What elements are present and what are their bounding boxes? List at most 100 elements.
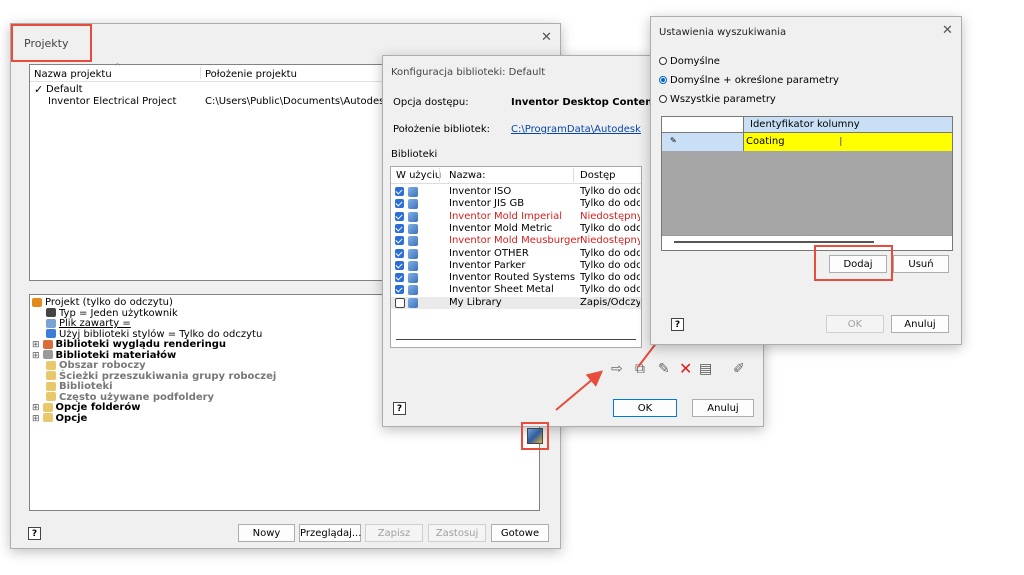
option-all[interactable]: Wszystkie parametry [659,94,776,105]
access-label: Opcja dostępu: [393,97,469,108]
library-row[interactable]: My Library Zapis/Odczyt [391,296,641,309]
search-settings-title: Ustawienia wyszukiwania [659,27,787,38]
cancel-button[interactable]: Anuluj [692,399,754,417]
checkbox-checked[interactable] [395,211,404,221]
column-access[interactable]: Dostęp [580,170,615,181]
library-row[interactable]: Inventor Sheet Metal Tylko do odczytu [391,284,641,296]
browse-button[interactable]: Przeglądaj... [299,524,361,542]
remove-button[interactable]: Usuń [893,255,949,273]
checkbox-checked[interactable] [395,199,404,209]
library-access: Niedostępny [580,235,640,247]
expand-icon[interactable]: ⊞ [32,414,40,424]
library-name: Inventor Mold Metric [449,222,553,234]
grid-scrollbar[interactable] [662,235,952,250]
apply-button[interactable]: Zastosuj [428,524,486,542]
library-name: Inventor Mold Meusburger [449,235,581,247]
column-in-use[interactable]: W użyciu [396,170,441,181]
checkbox-checked[interactable] [395,248,404,258]
checkbox-checked[interactable] [395,187,404,196]
column-name[interactable]: Nazwa: [449,170,486,181]
migrate-icon[interactable]: ▤ [699,361,712,377]
checkbox-unchecked[interactable] [395,297,405,308]
table-bottom-line [396,339,636,340]
library-row[interactable]: Inventor JIS GB Tylko do odczytu [391,198,641,210]
library-name: Inventor ISO [449,186,512,197]
add-library-icon[interactable]: ⇨ [611,361,623,377]
checkbox-checked[interactable] [395,273,404,283]
close-icon[interactable]: ✕ [541,30,552,45]
library-icon [408,260,418,271]
location-label: Położenie bibliotek: [393,124,490,135]
cancel-button[interactable]: Anuluj [891,315,949,333]
library-access: Tylko do odczytu [580,272,640,284]
render-icon [42,339,53,349]
close-icon[interactable]: ✕ [942,23,953,38]
done-button[interactable]: Gotowe [491,524,549,542]
library-row[interactable]: Inventor Mold Meusburger Niedostępny [391,235,641,247]
user-icon [46,308,56,317]
expand-icon[interactable]: ⊞ [32,403,40,413]
checkbox-checked[interactable] [395,236,404,246]
libraries-section-label: Biblioteki [391,149,438,160]
edit-library-icon[interactable]: ✎ [658,361,670,377]
library-name: Inventor JIS GB [449,198,525,210]
save-button[interactable]: Zapisz [365,524,423,542]
grid-cell-value: Coating [746,136,785,147]
library-icon [408,285,418,296]
ok-button[interactable]: OK [826,315,884,333]
tree-item[interactable]: ⊞ Opcje [32,413,87,425]
library-row[interactable]: Inventor Mold Imperial Niedostępny [391,211,641,223]
folder-icon [46,360,56,370]
tree-item: Często używane podfoldery [46,392,214,403]
text-cursor-icon: I [839,135,843,149]
tree-item: Użyj biblioteki stylów = Tylko do odczyt… [46,329,262,340]
library-row[interactable]: Inventor Routed Systems Tylko do odczytu [391,272,641,284]
library-name: Inventor Parker [449,259,526,271]
search-settings-dialog: Ustawienia wyszukiwania ✕ Domyślne Domyś… [650,16,962,345]
library-row[interactable]: Inventor ISO Tylko do odczytu [391,186,641,198]
library-row[interactable]: Inventor Parker Tylko do odczytu [391,260,641,272]
column-divider [439,168,440,182]
radio-icon [659,57,667,65]
library-row[interactable]: Inventor Mold Metric Tylko do odczytu [391,223,641,235]
help-icon[interactable]: ? [28,527,41,540]
copy-library-icon[interactable]: ⧉ [635,361,645,377]
folder-icon [42,413,53,422]
library-table-header: W użyciu Nazwa: Dostęp [391,167,641,184]
checkbox-checked[interactable] [395,223,404,233]
scrollbar-thumb[interactable] [674,241,874,243]
folder-icon [46,371,56,380]
delete-icon[interactable]: ✕ [679,359,692,378]
new-button[interactable]: Nowy [238,524,295,542]
column-header-name[interactable]: Nazwa projektu [34,69,112,80]
help-icon[interactable]: ? [393,402,406,415]
project-name: Inventor Electrical Project [48,96,177,107]
library-row[interactable]: Inventor OTHER Tylko do odczytu [391,248,641,260]
option-default-plus[interactable]: Domyślne + określone parametry [659,75,839,86]
library-name: Inventor Sheet Metal [449,284,554,296]
checkbox-checked[interactable] [395,260,404,270]
ok-button[interactable]: OK [613,399,677,417]
grid-row-header[interactable]: ✎ [662,133,744,151]
help-icon[interactable]: ? [671,318,684,331]
tree-item: Plik zawarty = [46,318,131,329]
tree-item-label: Użyj biblioteki stylów = Tylko do odczyt… [59,328,263,340]
tree-item: Projekt (tylko do odczytu) [32,297,173,308]
option-label: Domyślne + określone parametry [670,75,839,86]
expand-icon[interactable]: ⊞ [32,351,40,361]
location-link[interactable]: C:\ProgramData\Autodesk\Inve [511,124,641,135]
option-default[interactable]: Domyślne [659,56,720,67]
library-name: My Library [449,296,502,308]
option-label: Wszystkie parametry [670,94,776,105]
library-settings-icon[interactable] [527,428,543,444]
search-settings-icon[interactable]: ✐ [733,361,745,377]
add-button[interactable]: Dodaj [829,255,887,273]
column-header-path[interactable]: Położenie projektu [205,69,297,80]
library-name: Inventor Routed Systems [449,272,576,284]
grid-cell-coating[interactable]: Coating I [744,133,952,151]
checkbox-checked[interactable] [395,285,404,295]
library-icon [408,273,418,284]
style-icon [46,329,56,338]
expand-icon[interactable]: ⊞ [32,340,40,350]
grid-column-header[interactable]: Identyfikator kolumny [744,117,952,133]
